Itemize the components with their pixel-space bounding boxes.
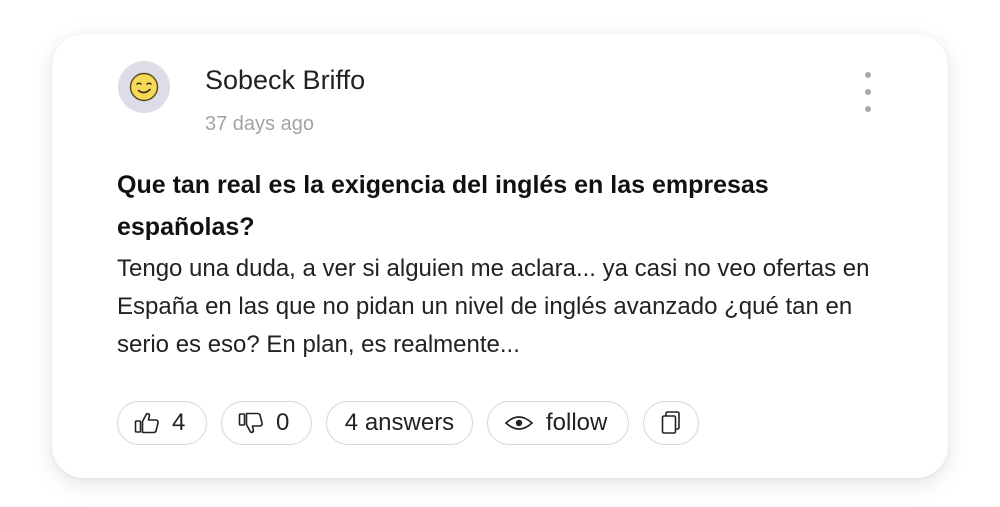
menu-dot — [865, 106, 871, 112]
dislike-button[interactable]: 0 — [221, 401, 312, 445]
question-title[interactable]: Que tan real es la exigencia del inglés … — [117, 164, 897, 248]
answers-button[interactable]: 4 answers — [326, 401, 473, 445]
more-options-icon[interactable] — [852, 68, 884, 116]
author-name[interactable]: Sobeck Briffo — [205, 65, 365, 96]
action-bar: 4 0 4 answers follow — [117, 401, 699, 447]
smirking-face-icon — [129, 72, 159, 102]
like-count: 4 — [172, 409, 186, 436]
avatar[interactable] — [118, 61, 170, 113]
question-body[interactable]: Tengo una duda, a ver si alguien me acla… — [117, 250, 897, 364]
dislike-count: 0 — [276, 409, 290, 436]
like-button[interactable]: 4 — [117, 401, 207, 445]
menu-dot — [865, 72, 871, 78]
menu-dot — [865, 89, 871, 95]
thumbs-down-icon — [238, 411, 264, 435]
follow-label: follow — [546, 409, 608, 436]
question-card[interactable]: Sobeck Briffo 37 days ago Que tan real e… — [52, 34, 948, 478]
copy-button[interactable] — [643, 401, 699, 445]
post-timestamp: 37 days ago — [205, 113, 314, 135]
copy-icon — [661, 411, 680, 434]
eye-icon — [504, 412, 534, 434]
follow-button[interactable]: follow — [487, 401, 629, 445]
answers-label: 4 answers — [344, 409, 455, 436]
thumbs-up-icon — [134, 411, 160, 435]
